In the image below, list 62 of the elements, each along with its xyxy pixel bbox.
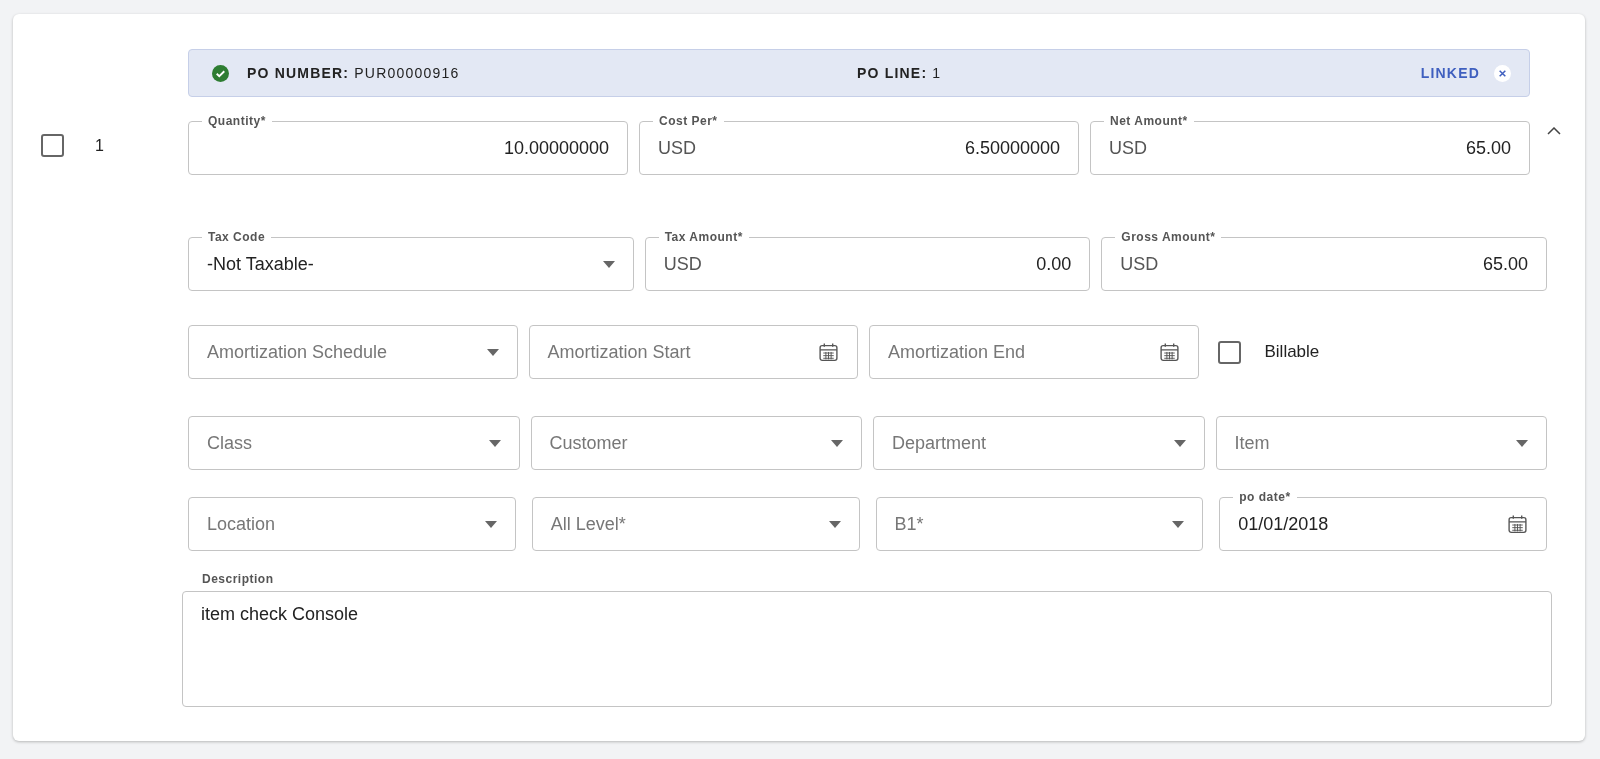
caret-icon [831,439,843,447]
calendar-icon [1158,341,1180,363]
caret-icon [484,520,497,528]
field-value: 0.00 [1036,253,1072,275]
field-placeholder: Customer [549,432,628,454]
dropdown-field[interactable]: Item [1215,416,1547,470]
field-value: 01/01/2018 [1238,513,1329,535]
field-value: -Not Taxable- [207,253,314,275]
currency-prefix: USD [1120,253,1159,275]
po-number: PO NUMBER: PUR00000916 [247,65,461,81]
dropdown-field[interactable]: Class [188,416,520,470]
currency-prefix: USD [663,253,702,275]
caret-icon [1172,520,1185,528]
caret-icon [488,439,501,447]
field-value: 65.00 [1482,253,1528,275]
calendar-icon [1507,513,1528,535]
checkbox[interactable] [1217,340,1241,364]
dropdown-field[interactable]: All Level* [531,497,860,551]
caret-icon [1516,439,1528,447]
date-field[interactable]: Amortization Start [528,325,858,379]
checkbox-label: Billable [1264,342,1320,362]
field-placeholder: Department [892,432,987,454]
currency-prefix: USD [658,137,696,159]
linked-status: LINKED [1420,65,1480,81]
dropdown-field[interactable]: Location [188,497,516,551]
calendar-icon [818,341,839,363]
caret-icon [602,260,615,268]
text-area[interactable]: item check Console [182,591,1552,707]
dropdown-field[interactable]: Customer [530,416,862,470]
field-placeholder: Location [207,513,276,535]
dropdown-field[interactable]: Department [873,416,1205,470]
close-icon[interactable] [1494,64,1511,82]
po-line: PO LINE: 1 [857,65,942,81]
field-value: item check Console [201,604,359,625]
line-number: 1 [95,136,104,156]
field-label: po date* [1233,490,1297,504]
field-label: Tax Code [202,230,272,244]
caret-icon [828,520,841,528]
field-placeholder: Amortization End [888,341,1026,363]
field-label: Tax Amount* [658,230,749,244]
field-value: 6.50000000 [964,137,1060,159]
dropdown-field[interactable]: Amortization Schedule [188,325,518,379]
check-circle-icon [212,64,229,82]
field-label: Cost Per* [653,114,724,128]
field-label: Quantity* [202,114,272,128]
field-placeholder: Amortization Schedule [207,341,388,363]
caret-icon [486,348,499,356]
currency-prefix: USD [1109,137,1147,159]
field-placeholder: Class [207,432,252,454]
field-value: 10.00000000 [503,137,609,159]
chevron-up-icon[interactable] [1547,127,1561,135]
field-value: 65.00 [1465,137,1511,159]
field-placeholder: Amortization Start [547,341,691,363]
field-label: Net Amount* [1104,114,1194,128]
date-field[interactable]: Amortization End [869,325,1199,379]
field-placeholder: Item [1234,432,1270,454]
field-placeholder: All Level* [550,513,626,535]
field-placeholder: B1* [894,513,924,535]
field-label: Gross Amount* [1115,230,1222,244]
caret-icon [1173,439,1186,447]
dropdown-field[interactable]: B1* [875,497,1204,551]
checkbox[interactable] [41,134,64,157]
